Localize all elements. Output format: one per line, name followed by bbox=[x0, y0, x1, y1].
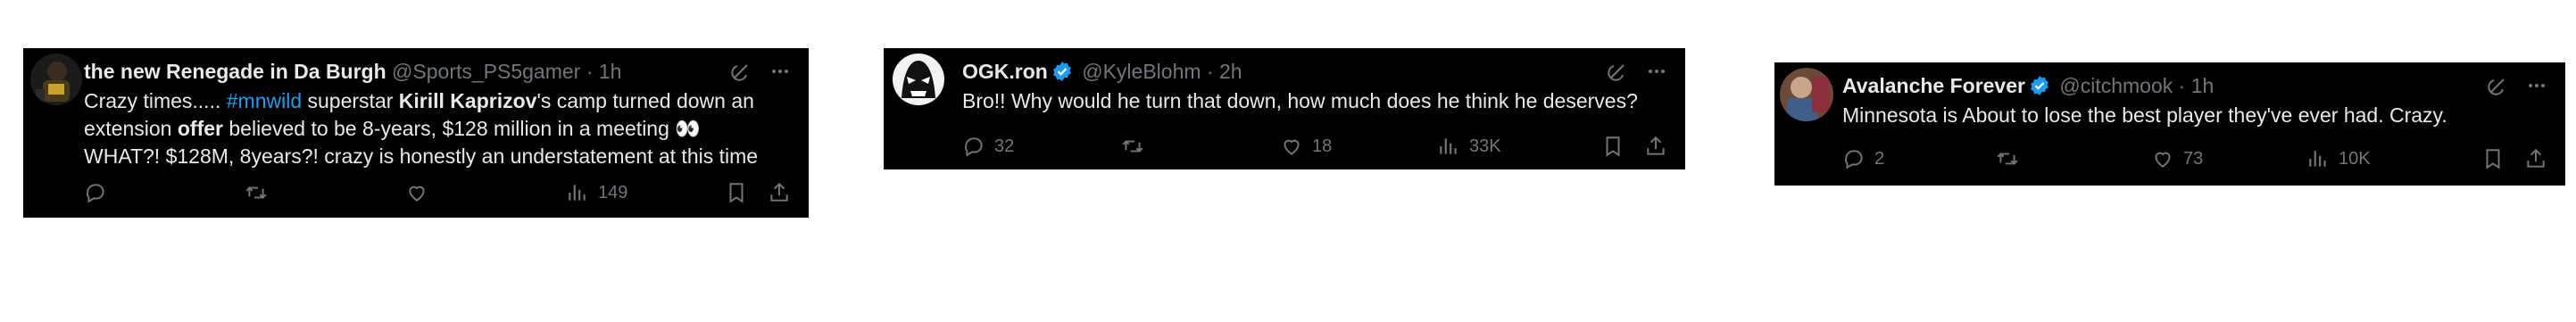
bookmark-button[interactable] bbox=[1601, 135, 1625, 158]
user-handle[interactable]: @KyleBlohm bbox=[1082, 60, 1201, 83]
bookmark-icon bbox=[1606, 136, 1620, 157]
verified-badge-icon bbox=[2029, 73, 2050, 95]
retweet-button[interactable] bbox=[1121, 135, 1153, 158]
bold-text: offer bbox=[177, 117, 223, 140]
reply-button[interactable]: 32 bbox=[962, 135, 1014, 158]
share-button[interactable] bbox=[768, 181, 791, 204]
bookmark-icon bbox=[729, 183, 744, 203]
display-name[interactable]: the new Renegade in Da Burgh bbox=[84, 60, 386, 83]
tweet-card[interactable]: OGK.ron @KyleBlohm · 2h Bro!! Why would … bbox=[884, 48, 1685, 169]
tweet-card[interactable]: the new Renegade in Da Burgh @Sports_PS5… bbox=[23, 48, 809, 218]
retweet-icon bbox=[1997, 153, 2018, 165]
tweet-text: Crazy times..... #mnwild superstar Kiril… bbox=[84, 87, 791, 170]
avatar[interactable] bbox=[893, 54, 944, 105]
view-count: 10K bbox=[2339, 148, 2371, 169]
share-button[interactable] bbox=[2524, 147, 2547, 170]
reply-button[interactable] bbox=[84, 181, 116, 204]
timestamp[interactable]: 1h bbox=[2191, 74, 2215, 97]
grok-icon[interactable] bbox=[1607, 61, 1628, 82]
timestamp[interactable]: 2h bbox=[1219, 60, 1242, 83]
reply-icon bbox=[87, 184, 104, 203]
like-button[interactable]: 18 bbox=[1280, 135, 1332, 158]
retweet-button[interactable] bbox=[1996, 147, 2028, 170]
reply-count: 2 bbox=[1874, 148, 1885, 169]
timestamp[interactable]: 1h bbox=[599, 60, 622, 83]
tweet-actions: 32 18 33K bbox=[962, 130, 1667, 162]
more-icon[interactable] bbox=[1646, 61, 1667, 82]
retweet-button[interactable] bbox=[245, 181, 277, 204]
retweet-icon bbox=[245, 186, 267, 199]
tweet-text: Bro!! Why would he turn that down, how m… bbox=[962, 89, 1638, 112]
user-handle[interactable]: @Sports_PS5gamer bbox=[392, 60, 580, 83]
avatar[interactable] bbox=[1780, 68, 1833, 121]
view-count: 33K bbox=[1469, 136, 1501, 156]
tweet-actions: 2 73 10K bbox=[1842, 143, 2547, 175]
reply-count: 32 bbox=[994, 136, 1015, 156]
like-icon bbox=[1284, 139, 1300, 155]
like-count: 18 bbox=[1312, 136, 1333, 156]
share-icon bbox=[770, 182, 788, 202]
bookmark-icon bbox=[2486, 149, 2500, 169]
tweet-card[interactable]: Avalanche Forever @citchmook · 1h Minnes… bbox=[1774, 62, 2565, 186]
avatar[interactable] bbox=[30, 54, 82, 105]
views-icon bbox=[1440, 138, 1457, 154]
tweet-header: the new Renegade in Da Burgh @Sports_PS5… bbox=[84, 55, 791, 87]
tweet-actions: 149 bbox=[84, 177, 791, 209]
display-name[interactable]: Avalanche Forever bbox=[1842, 74, 2025, 97]
display-name[interactable]: OGK.ron bbox=[962, 60, 1048, 83]
like-count: 73 bbox=[2183, 148, 2204, 169]
views-button[interactable]: 149 bbox=[566, 181, 627, 204]
share-button[interactable] bbox=[1644, 135, 1667, 158]
reply-icon bbox=[1845, 150, 1863, 169]
reply-icon bbox=[965, 137, 983, 157]
views-icon bbox=[569, 185, 586, 201]
more-icon[interactable] bbox=[769, 61, 791, 82]
more-icon[interactable] bbox=[2526, 75, 2547, 96]
like-icon bbox=[409, 186, 425, 202]
grok-icon[interactable] bbox=[730, 61, 752, 82]
bookmark-button[interactable] bbox=[2481, 147, 2505, 170]
tweet-text: Minnesota is About to lose the best play… bbox=[1842, 103, 2447, 127]
bold-text: Kirill Kaprizov bbox=[398, 89, 537, 112]
bookmark-button[interactable] bbox=[725, 181, 748, 204]
views-button[interactable]: 10K bbox=[2306, 147, 2371, 170]
views-button[interactable]: 33K bbox=[1437, 135, 1501, 158]
text-segment: superstar bbox=[302, 89, 399, 112]
views-icon bbox=[2309, 151, 2326, 167]
view-count: 149 bbox=[598, 182, 628, 202]
hashtag-link[interactable]: #mnwild bbox=[227, 89, 302, 112]
tweet-header: OGK.ron @KyleBlohm · 2h bbox=[962, 55, 1667, 87]
user-handle[interactable]: @citchmook bbox=[2059, 74, 2173, 97]
grok-icon[interactable] bbox=[2487, 75, 2508, 96]
like-button[interactable]: 73 bbox=[2151, 147, 2203, 170]
separator-dot: · bbox=[2178, 74, 2186, 97]
like-button[interactable] bbox=[405, 181, 437, 204]
tweet-header: Avalanche Forever @citchmook · 1h bbox=[1842, 70, 2547, 102]
share-icon bbox=[2527, 148, 2545, 168]
share-icon bbox=[1647, 136, 1665, 155]
like-icon bbox=[2155, 152, 2171, 168]
separator-dot: · bbox=[586, 60, 594, 83]
verified-badge-icon bbox=[1051, 59, 1073, 81]
text-segment: Crazy times..... bbox=[84, 89, 227, 112]
reply-button[interactable]: 2 bbox=[1842, 147, 1884, 170]
retweet-icon bbox=[1122, 140, 1143, 153]
separator-dot: · bbox=[1206, 60, 1214, 83]
